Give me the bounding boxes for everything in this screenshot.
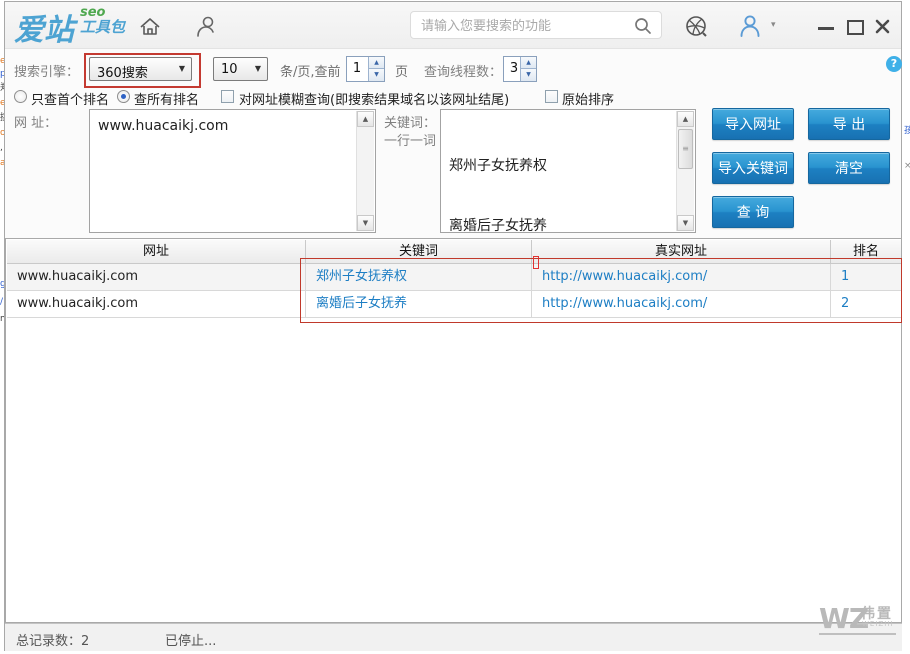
search-engine-label: 搜索引擎： [14,61,79,80]
maximize-button[interactable] [847,20,864,35]
spin-up-icon[interactable]: ▲ [521,57,536,69]
fuzzy-match-label[interactable]: 对网址模糊查询(即搜索结果域名以该网址结尾) [239,89,509,108]
radio-first-rank-label[interactable]: 只查首个排名 [31,89,109,108]
engine-select[interactable]: 360搜索 ▼ [89,57,192,81]
url-textarea[interactable]: www.huacaikj.com ▲ ▼ [89,109,376,233]
radio-first-rank[interactable] [14,90,27,103]
page-size-select[interactable]: 10 ▼ [213,57,268,81]
network-icon[interactable] [684,14,710,44]
url-scrollbar[interactable]: ▲ ▼ [356,111,374,231]
scroll-up-icon[interactable]: ▲ [357,111,374,127]
spin-down-icon[interactable]: ▼ [369,69,384,81]
keyword-line: 郑州子女抚养权 [449,156,673,176]
scroll-up-icon[interactable]: ▲ [677,111,694,127]
page-count-value: 1 [347,61,367,76]
keyword-sublabel: 一行一词 [384,130,436,149]
annotation-mark [533,256,539,269]
threads-label: 查询线程数： [424,61,502,80]
watermark-underline [819,633,896,635]
app-logo: 爱站 [14,5,74,49]
status-text: 已停止... [165,630,216,649]
logo-sub-text: 工具包 [80,20,125,35]
app-logo-right: seo 工具包 [80,6,125,35]
keyword-label: 关键词： [384,112,436,131]
import-url-button[interactable]: 导入网址 [712,108,794,140]
keyword-line: 离婚后子女抚养 [449,216,673,236]
close-button[interactable] [875,19,890,38]
keyword-textarea[interactable]: 郑州子女抚养权 离婚后子女抚养 ▲ ≡ ▼ [440,109,696,233]
fuzzy-match-checkbox[interactable] [221,90,234,103]
clear-button[interactable]: 清空 [808,152,890,184]
column-header-url[interactable]: 网址 [7,240,306,264]
spin-down-icon[interactable]: ▼ [521,69,536,81]
threads-spinner[interactable]: 3 ▲ ▼ [503,56,537,82]
account-manager-icon[interactable] [192,14,218,44]
home-icon[interactable] [138,16,162,42]
page-size-value: 10 [221,62,238,77]
total-records-label: 总记录数：2 [16,630,89,649]
query-button[interactable]: 查 询 [712,196,794,228]
radio-all-ranks-label[interactable]: 查所有排名 [134,89,199,108]
engine-selected-value: 360搜索 [97,62,148,81]
original-order-label[interactable]: 原始排序 [562,89,614,108]
per-page-label: 条/页,查前 [280,61,341,80]
table-cell-url[interactable]: www.huacaikj.com [7,264,306,291]
spin-up-icon[interactable]: ▲ [369,57,384,69]
radio-all-ranks[interactable] [117,90,130,103]
function-search-input[interactable] [419,14,633,38]
scroll-down-icon[interactable]: ▼ [677,215,694,231]
table-cell-url[interactable]: www.huacaikj.com [7,291,306,318]
chevron-down-icon: ▼ [179,64,185,73]
minimize-button[interactable] [818,27,834,30]
original-order-checkbox[interactable] [545,90,558,103]
scroll-down-icon[interactable]: ▼ [357,215,374,231]
user-account-icon[interactable] [737,13,763,43]
help-icon[interactable]: ? [886,56,902,72]
keyword-scrollbar[interactable]: ▲ ≡ ▼ [676,111,694,231]
url-label: 网 址： [14,112,57,131]
export-button[interactable]: 导 出 [808,108,890,140]
scrollbar-thumb[interactable]: ≡ [678,129,693,169]
statusbar [5,623,902,651]
background-artifact: 孩 [904,125,910,137]
search-icon[interactable] [633,16,653,40]
annotation-box-results [300,258,902,323]
page-count-spinner[interactable]: 1 ▲ ▼ [346,56,385,82]
account-dropdown-caret[interactable]: ▾ [771,20,776,30]
background-artifact: × [904,160,910,172]
function-search-box[interactable] [410,11,662,39]
page-suffix-label: 页 [395,61,408,80]
chevron-down-icon: ▼ [255,64,261,73]
watermark-en: WEIZHI [862,620,894,628]
url-textarea-value: www.huacaikj.com [98,116,353,136]
import-keywords-button[interactable]: 导入关键词 [712,152,794,184]
